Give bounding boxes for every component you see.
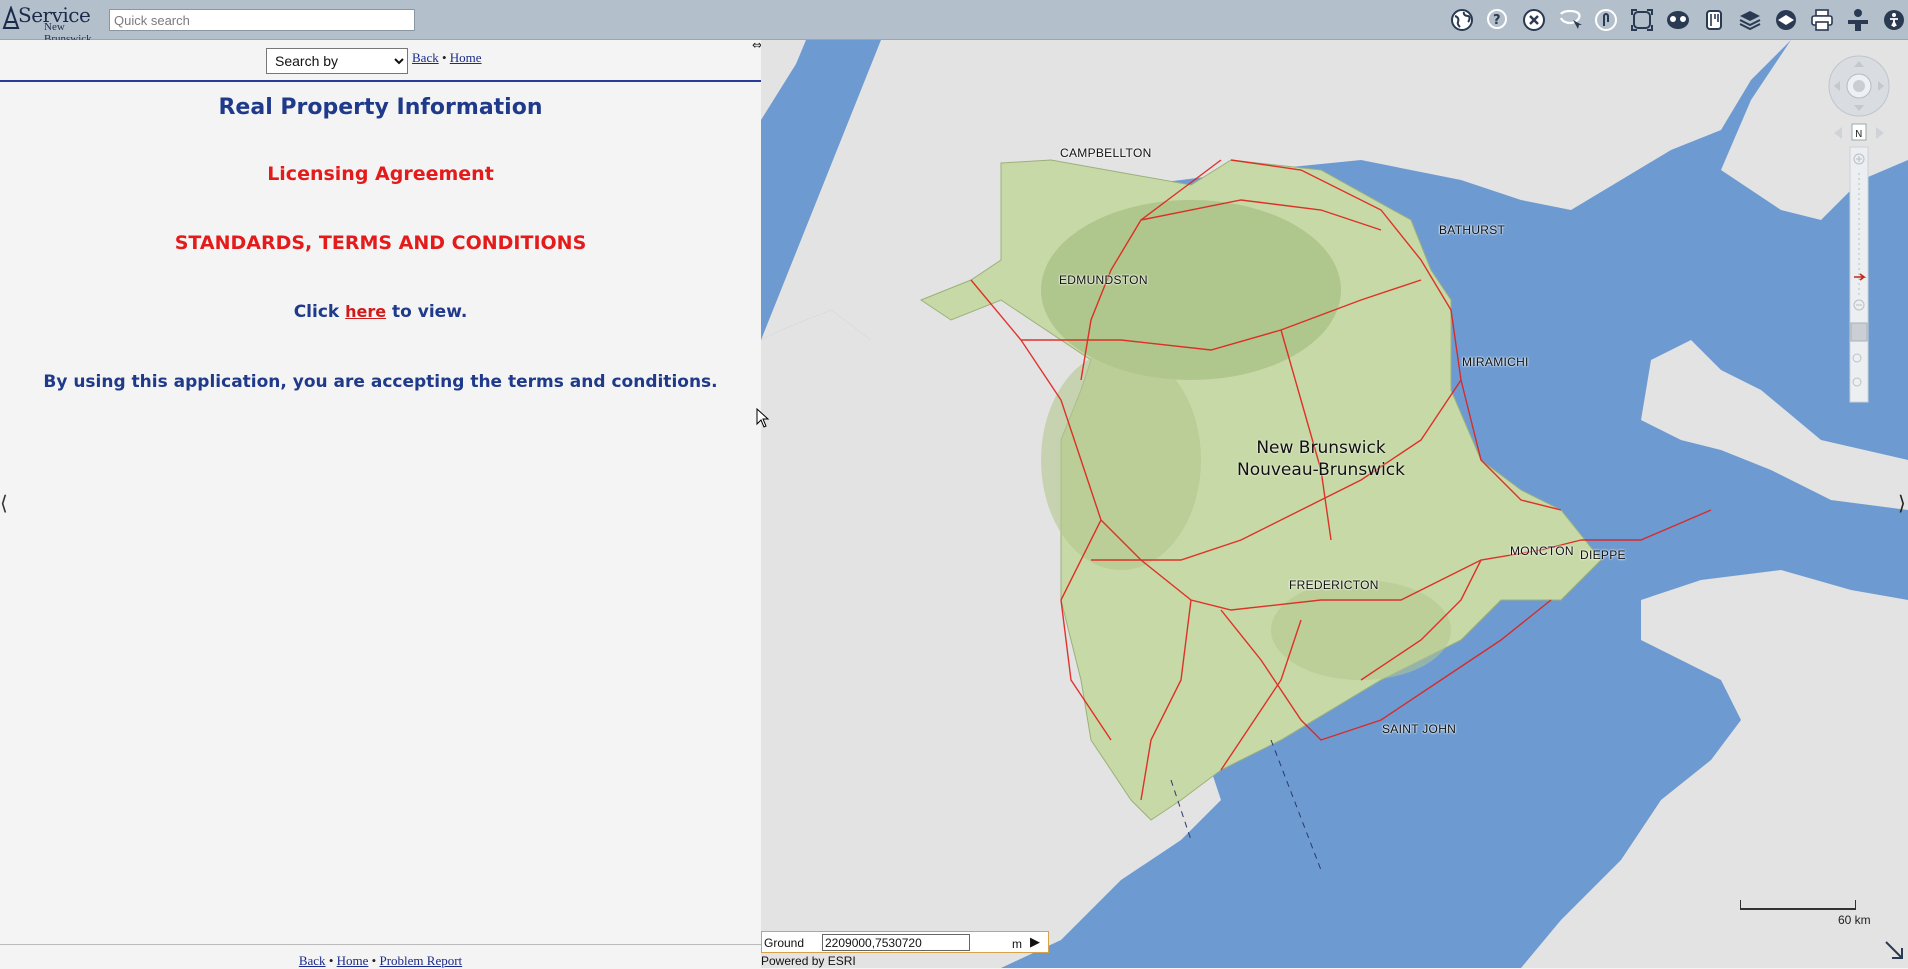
footer-home-link[interactable]: Home	[337, 953, 369, 968]
accessibility-icon[interactable]	[1880, 6, 1908, 34]
province-name-fr: Nouveau-Brunswick	[1236, 460, 1405, 480]
measure-icon[interactable]	[1700, 6, 1728, 34]
licensing-heading: Licensing Agreement	[267, 163, 494, 185]
collapse-left-icon[interactable]: ⟨	[0, 491, 8, 517]
basemap-icon[interactable]	[1772, 6, 1800, 34]
coordinate-input[interactable]	[822, 934, 970, 951]
top-toolbar: Service New Brunswick ?	[0, 0, 1908, 45]
acceptance-text: By using this application, you are accep…	[43, 372, 718, 392]
map-toolbar: ?	[1440, 6, 1908, 34]
go-arrow-icon[interactable]: ▶	[1030, 934, 1040, 950]
identify-help-icon[interactable]: ?	[1484, 6, 1512, 34]
footer-back-link[interactable]: Back	[299, 953, 326, 968]
panel-nav: Search by Back • Home	[0, 40, 761, 82]
city-label: EDMUNDSTON	[1059, 273, 1148, 287]
click-prefix: Click	[293, 302, 346, 322]
scale-bar	[1740, 900, 1856, 910]
panel-nav-links: Back • Home	[412, 50, 482, 66]
nav-separator: •	[441, 50, 447, 65]
pan-hand-icon[interactable]	[1850, 322, 1868, 342]
city-label: CAMPBELLTON	[1060, 146, 1152, 160]
quick-search-input[interactable]	[109, 9, 415, 31]
svg-text:N: N	[1855, 129, 1862, 140]
panel-content: Real Property Information Licensing Agre…	[0, 95, 761, 392]
city-label: BATHURST	[1439, 223, 1506, 237]
terms-here-link[interactable]: here	[345, 302, 386, 321]
city-label: DIEPPE	[1580, 548, 1626, 562]
home-link[interactable]: Home	[450, 50, 482, 65]
svg-text:?: ?	[1493, 13, 1501, 28]
help-person-icon[interactable]	[1844, 6, 1872, 34]
overview-icon[interactable]	[1664, 6, 1692, 34]
resize-arrow-icon[interactable]	[1884, 940, 1906, 962]
province-name-en: New Brunswick	[1256, 438, 1386, 458]
extent-icon[interactable]	[1628, 6, 1656, 34]
city-label: SAINT JOHN	[1382, 722, 1457, 736]
globe-icon[interactable]	[1448, 6, 1476, 34]
province-label: New Brunswick Nouveau-Brunswick	[1216, 437, 1426, 481]
rotate-right-icon[interactable]	[1876, 127, 1884, 139]
print-icon[interactable]	[1808, 6, 1836, 34]
click-suffix: to view.	[386, 302, 468, 322]
footer-separator-2: •	[371, 953, 377, 968]
city-label: MONCTON	[1510, 544, 1574, 558]
coordinate-box: Ground m ▶	[761, 931, 1049, 953]
coord-label: Ground	[764, 936, 805, 950]
touch-icon[interactable]	[1592, 6, 1620, 34]
click-to-view-text: Click here to view.	[0, 302, 761, 342]
layers-icon[interactable]	[1736, 6, 1764, 34]
map-view[interactable]: CAMPBELLTON BATHURST EDMUNDSTON MIRAMICH…	[761, 40, 1908, 968]
select-icon[interactable]	[1556, 6, 1584, 34]
collapse-right-icon[interactable]: ⟩	[1898, 491, 1906, 515]
standards-heading: STANDARDS, TERMS AND CONDITIONS	[174, 232, 587, 254]
powered-by-text: Powered by ESRI	[761, 954, 856, 968]
panel-footer: Back • Home • Problem Report	[0, 944, 761, 968]
mouse-cursor-icon	[756, 408, 770, 428]
coord-unit: m	[1012, 937, 1022, 951]
clear-icon[interactable]	[1520, 6, 1548, 34]
basemap	[761, 40, 1908, 968]
search-by-select[interactable]: Search by	[266, 48, 408, 74]
back-link[interactable]: Back	[412, 50, 439, 65]
problem-report-link[interactable]: Problem Report	[379, 953, 462, 968]
service-nb-logo[interactable]: Service New Brunswick	[2, 3, 98, 45]
scale-label: 60 km	[1838, 913, 1871, 927]
city-label: MIRAMICHI	[1462, 355, 1529, 369]
info-panel: Search by Back • Home Real Property Info…	[0, 40, 761, 968]
city-label: FREDERICTON	[1289, 578, 1379, 592]
page-title: Real Property Information	[218, 95, 543, 120]
footer-separator: •	[328, 953, 334, 968]
map-navigation-control[interactable]: N	[1826, 55, 1892, 410]
rotate-left-icon[interactable]	[1834, 127, 1842, 139]
